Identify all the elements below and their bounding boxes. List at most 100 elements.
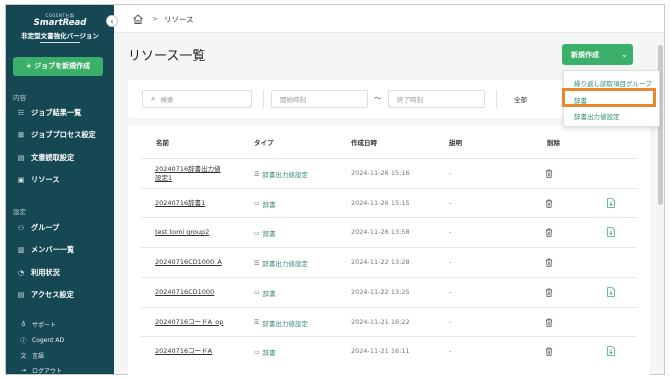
resource-type-label: 辞書 [262, 349, 276, 358]
resource-name-line: 設定1 [155, 174, 173, 182]
list-icon: ☷ [17, 109, 25, 117]
resource-type: ☰ 辞書出力値設定 [254, 258, 308, 269]
trash-icon[interactable] [545, 258, 553, 267]
sidebar-item-access[interactable]: ▤ アクセス設定 [16, 290, 74, 300]
output-setting-icon: ☰ [254, 170, 260, 178]
download-icon[interactable] [607, 227, 615, 238]
trash-icon[interactable] [545, 318, 553, 327]
description: - [449, 228, 452, 237]
breadcrumb-separator: > [152, 15, 158, 23]
collapse-sidebar-button[interactable]: ‹ [106, 15, 118, 27]
home-icon[interactable] [132, 13, 144, 25]
dictionary-icon: ▭ [254, 200, 260, 208]
end-time-input[interactable]: 終了時刻 [388, 90, 485, 108]
trash-icon[interactable] [545, 347, 553, 356]
sidebar-item-label: ジョブ結果一覧 [31, 108, 82, 117]
output-setting-icon: ☰ [254, 319, 260, 326]
members-icon: ▥ [17, 246, 25, 254]
resource-name-line: 20240716コードA_op [155, 317, 224, 326]
process-icon: ⊞ [18, 131, 24, 139]
footer-cogent-ad[interactable]: ⓘ Cogent AD [19, 336, 64, 345]
table-row[interactable]: 20240716CD1000 ▭ 辞書 2024-11-22 13:25 - [141, 276, 636, 307]
start-time-input[interactable]: 開始時刻 [271, 90, 368, 108]
description: - [449, 198, 452, 207]
sidebar-item-job-results[interactable]: ☷ ジョブ結果一覧 [16, 108, 81, 118]
sidebar: COGENT社製 SmartRead 非定型文書強化バージョン + ジョブを新規… [6, 5, 114, 375]
type-select-value: 全部 [514, 96, 527, 104]
resource-name-line: 20240716コードA [155, 347, 213, 356]
resource-name-line: 20240716CD1000 [155, 287, 215, 296]
breadcrumb: > リソース [114, 5, 664, 33]
sidebar-item-doc-read[interactable]: ▤ 文書読取設定 [16, 153, 74, 163]
column-header-delete: 削除 [547, 139, 560, 147]
resource-name-link[interactable]: 20240716コードA [155, 347, 212, 356]
filter-divider [496, 90, 497, 108]
column-header-name: 名前 [156, 139, 169, 147]
logout-icon: ⇥ [20, 367, 27, 374]
created-at: 2024-11-26 15:15 [351, 198, 410, 207]
sidebar-item-usage[interactable]: ◔ 利用状況 [16, 268, 60, 278]
resource-name-link[interactable]: test tomi group2 [155, 228, 209, 237]
sidebar-item-groups[interactable]: ⚇ グループ [16, 223, 59, 233]
brand-divider [40, 42, 80, 43]
created-at: 2024-11-26 15:16 [351, 169, 410, 177]
create-new-label: 新規作成 [571, 50, 599, 59]
resource-type-label: 辞書出力値設定 [262, 171, 308, 179]
chevron-down-icon[interactable]: ⌄ [616, 50, 633, 59]
menu-item-repeat-group[interactable]: 繰り返し読取項目グループ [574, 78, 652, 88]
resource-name-link[interactable]: 20240716コードA_op [155, 318, 223, 327]
menu-item-dictionary-output[interactable]: 辞書出力値設定 [574, 111, 620, 121]
support-icon: ♁ [21, 321, 26, 328]
footer-logout-label: ログアウト [32, 368, 63, 375]
trash-icon[interactable] [545, 199, 553, 208]
footer-support[interactable]: ♁ サポート [19, 320, 56, 329]
table-row[interactable]: 20240716コードA_op ☰ 辞書出力値設定 2024-11-21 16:22 - [141, 306, 636, 337]
create-new-button[interactable]: 新規作成 ⌄ [562, 44, 633, 65]
trash-icon[interactable] [545, 169, 553, 178]
info-icon: ⓘ [20, 338, 27, 345]
sidebar-item-resources[interactable]: ▣ リソース [16, 175, 60, 185]
table-row[interactable]: 20240716辞書1 ▭ 辞書 2024-11-26 15:15 - [141, 187, 636, 218]
table-row[interactable]: 20240716辞書出力値 設定1 ☰ 辞書出力値設定 2024-11-26 15:16… [141, 158, 636, 188]
resource-type: ▭ 辞書 [254, 228, 276, 239]
created-at: 2024-11-22 13:28 [351, 258, 410, 267]
trash-icon[interactable] [545, 228, 553, 238]
footer-language[interactable]: 文 言語 [19, 351, 44, 360]
sidebar-item-label: リソース [31, 175, 60, 184]
description: - [449, 169, 452, 177]
footer-logout[interactable]: ⇥ ログアウト [19, 366, 63, 375]
resource-name-line: 20240716CD1000_A [155, 258, 222, 267]
resource-name-link[interactable]: 20240716辞書出力値 設定1 [155, 165, 221, 183]
column-header-type: タイプ [254, 139, 274, 147]
search-icon: ⌕ [151, 94, 156, 103]
dictionary-icon: ▭ [254, 348, 260, 356]
new-job-button[interactable]: + ジョブを新規作成 [13, 57, 103, 76]
table-row[interactable]: 20240716CD1000_A ☰ 辞書出力値設定 2024-11-22 13:28… [141, 247, 636, 277]
created-at: 2024-11-26 13:58 [351, 228, 410, 237]
resource-name-link[interactable]: 20240716辞書1 [155, 199, 205, 208]
created-at: 2024-11-21 16:22 [351, 317, 410, 326]
table-row[interactable]: test tomi group2 ▭ 辞書 2024-11-26 13:58 - [141, 217, 636, 247]
range-tilde: 〜 [374, 94, 382, 103]
download-icon[interactable] [607, 286, 615, 297]
resource-name-link[interactable]: 20240716CD1000_A [155, 258, 222, 267]
sidebar-item-job-process[interactable]: ⊞ ジョブプロセス設定 [16, 130, 96, 140]
sidebar-item-members[interactable]: ▥ メンバー一覧 [16, 245, 74, 255]
description: - [449, 287, 452, 296]
resource-type: ☰ 辞書出力値設定 [254, 318, 308, 328]
search-placeholder: 検索 [160, 96, 174, 104]
section-settings-label: 設定 [13, 208, 26, 216]
resource-name-line: 20240716辞書出力値 [155, 165, 221, 173]
search-input[interactable]: ⌕ 検索 [142, 90, 252, 108]
column-header-description: 説明 [449, 139, 462, 147]
download-icon[interactable] [607, 197, 615, 208]
access-icon: ▤ [17, 291, 25, 299]
footer-support-label: サポート [32, 322, 57, 329]
table-row[interactable]: 20240716コードA ▭ 辞書 2024-11-21 16:11 - [141, 336, 636, 366]
resource-type: ▭ 辞書 [254, 288, 276, 298]
resource-name-link[interactable]: 20240716CD1000 [155, 288, 214, 297]
resource-name-line: test tomi group2 [155, 228, 210, 237]
download-icon[interactable] [607, 346, 615, 356]
trash-icon[interactable] [545, 288, 553, 297]
group-icon: ⚇ [17, 224, 25, 232]
